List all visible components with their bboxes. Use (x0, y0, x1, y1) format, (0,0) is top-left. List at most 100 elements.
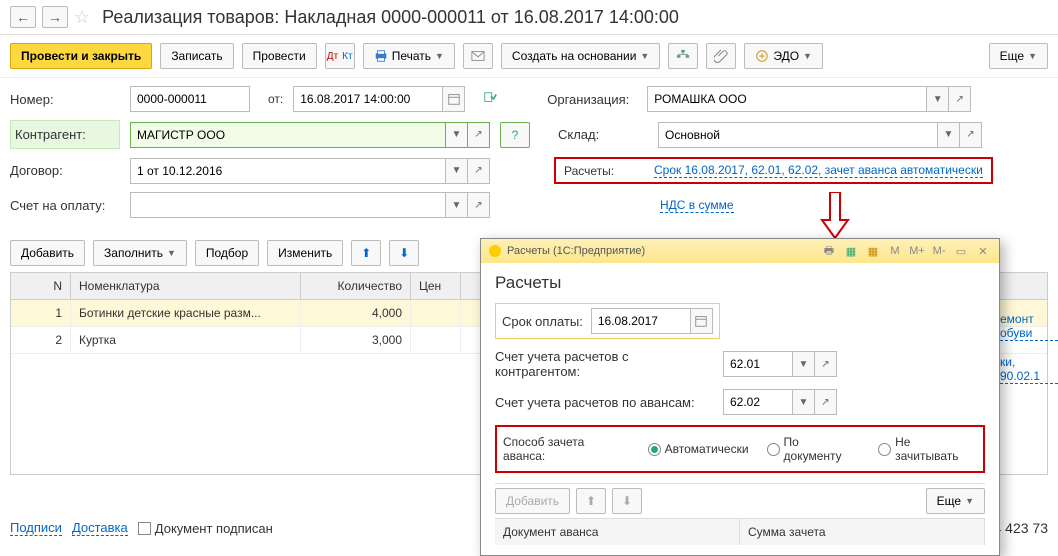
warehouse-label: Склад: (558, 127, 648, 142)
dialog-title: Расчеты (495, 273, 985, 293)
dtkt-button[interactable]: ДтКт (325, 43, 355, 69)
calc-mminus-button[interactable]: M- (931, 243, 947, 259)
open-button[interactable]: ↗ (815, 351, 837, 377)
side-link-1[interactable]: емонт обуви (1000, 312, 1058, 341)
calendar-icon (447, 92, 461, 106)
dialog-more-button[interactable]: Еще ▼ (926, 488, 985, 514)
nds-link[interactable]: НДС в сумме (660, 198, 734, 213)
open-button[interactable]: ↗ (949, 86, 971, 112)
calc-mplus-button[interactable]: M+ (909, 243, 925, 259)
move-down-button[interactable]: ⬇ (389, 240, 419, 266)
edo-button[interactable]: ЭДО ▼ (744, 43, 823, 69)
open-button[interactable]: ↗ (468, 158, 490, 184)
number-input[interactable] (130, 86, 250, 112)
favorite-star-icon[interactable]: ☆ (74, 7, 90, 28)
side-links: емонт обуви ки, 90.02.1 (1000, 312, 1058, 384)
calendar-icon (694, 314, 708, 328)
counterparty-label: Контрагент: (10, 120, 120, 149)
acc1-input[interactable] (723, 351, 793, 377)
side-link-2[interactable]: ки, 90.02.1 (1000, 355, 1058, 384)
help-button[interactable]: ? (500, 122, 530, 148)
post-button[interactable]: Провести (242, 43, 317, 69)
radio-auto[interactable]: Автоматически (648, 442, 749, 456)
move-down-button[interactable]: ⬇ (612, 488, 642, 514)
printer-icon (374, 49, 388, 63)
close-button[interactable]: ✕ (975, 243, 991, 259)
col-price[interactable]: Цен (411, 273, 461, 299)
open-button[interactable]: ↗ (815, 389, 837, 415)
fill-button[interactable]: Заполнить ▼ (93, 240, 187, 266)
date-input[interactable] (293, 86, 443, 112)
col-nomenclature[interactable]: Номенклатура (71, 273, 301, 299)
calendar-green-icon[interactable]: ▦ (843, 243, 859, 259)
dropdown-button[interactable]: ▼ (927, 86, 949, 112)
contract-input[interactable] (130, 158, 446, 184)
select-button[interactable]: Подбор (195, 240, 259, 266)
nav-back-button[interactable]: ← (10, 6, 36, 28)
calc-m-button[interactable]: M (887, 243, 903, 259)
due-date-input[interactable] (591, 308, 691, 334)
calc-link[interactable]: Срок 16.08.2017, 62.01, 62.02, зачет ава… (654, 163, 983, 178)
chevron-down-icon: ▼ (803, 51, 812, 61)
dropdown-button[interactable]: ▼ (793, 351, 815, 377)
chevron-down-icon: ▼ (167, 248, 176, 258)
org-input[interactable] (647, 86, 927, 112)
counterparty-input[interactable] (130, 122, 446, 148)
acc2-input[interactable] (723, 389, 793, 415)
chevron-down-icon: ▼ (1028, 51, 1037, 61)
calendar-button[interactable] (443, 86, 465, 112)
calendar-button[interactable] (691, 308, 713, 334)
attach-button[interactable] (706, 43, 736, 69)
dropdown-button[interactable]: ▼ (446, 158, 468, 184)
move-up-button[interactable]: ⬆ (351, 240, 381, 266)
change-button[interactable]: Изменить (267, 240, 343, 266)
dropdown-button[interactable]: ▼ (446, 192, 468, 218)
dropdown-button[interactable]: ▼ (793, 389, 815, 415)
open-button[interactable]: ↗ (468, 192, 490, 218)
acc2-label: Счет учета расчетов по авансам: (495, 395, 715, 410)
related-button[interactable] (668, 43, 698, 69)
calendar-orange-icon[interactable]: ▦ (865, 243, 881, 259)
dialog-titlebar[interactable]: Расчеты (1С:Предприятие) 🖶 ▦ ▦ M M+ M- ▭… (481, 239, 999, 263)
move-up-button[interactable]: ⬆ (576, 488, 606, 514)
mail-button[interactable] (463, 43, 493, 69)
invoice-label: Счет на оплату: (10, 198, 120, 213)
create-based-button[interactable]: Создать на основании ▼ (501, 43, 660, 69)
warehouse-input[interactable] (658, 122, 938, 148)
save-button[interactable]: Записать (160, 43, 233, 69)
main-toolbar: Провести и закрыть Записать Провести ДтК… (0, 35, 1058, 78)
dialog-add-button[interactable]: Добавить (495, 488, 570, 514)
calc-label: Расчеты: (564, 164, 644, 178)
status-icon[interactable] (483, 91, 497, 108)
print-button[interactable]: Печать ▼ (363, 43, 455, 69)
open-button[interactable]: ↗ (468, 122, 490, 148)
add-row-button[interactable]: Добавить (10, 240, 85, 266)
dialog-sub-toolbar: Добавить ⬆ ⬇ Еще ▼ (495, 483, 985, 519)
print-icon[interactable]: 🖶 (821, 243, 837, 259)
invoice-input[interactable] (130, 192, 446, 218)
dialog-window-title: Расчеты (1С:Предприятие) (507, 245, 645, 257)
minimize-button[interactable]: ▭ (953, 243, 969, 259)
dropdown-button[interactable]: ▼ (938, 122, 960, 148)
post-and-close-button[interactable]: Провести и закрыть (10, 43, 152, 69)
col-n[interactable]: N (11, 273, 71, 299)
footer: Подписи Доставка Документ подписан (10, 520, 273, 536)
more-button[interactable]: Еще ▼ (989, 43, 1048, 69)
radio-bydoc[interactable]: По документу (767, 435, 861, 463)
document-status-icon (483, 91, 497, 105)
tree-icon (676, 49, 690, 63)
col-offset-sum[interactable]: Сумма зачета (740, 519, 985, 545)
chevron-down-icon: ▼ (965, 496, 974, 506)
radio-none[interactable]: Не зачитывать (878, 435, 977, 463)
footer-signs-link[interactable]: Подписи (10, 520, 62, 536)
dropdown-button[interactable]: ▼ (446, 122, 468, 148)
checkbox-icon (138, 522, 151, 535)
doc-signed-checkbox[interactable]: Документ подписан (138, 521, 273, 536)
col-advance-doc[interactable]: Документ аванса (495, 519, 740, 545)
open-button[interactable]: ↗ (960, 122, 982, 148)
app-icon (489, 245, 501, 257)
radio-icon (878, 443, 891, 456)
col-quantity[interactable]: Количество (301, 273, 411, 299)
nav-forward-button[interactable]: → (42, 6, 68, 28)
footer-delivery-link[interactable]: Доставка (72, 520, 128, 536)
